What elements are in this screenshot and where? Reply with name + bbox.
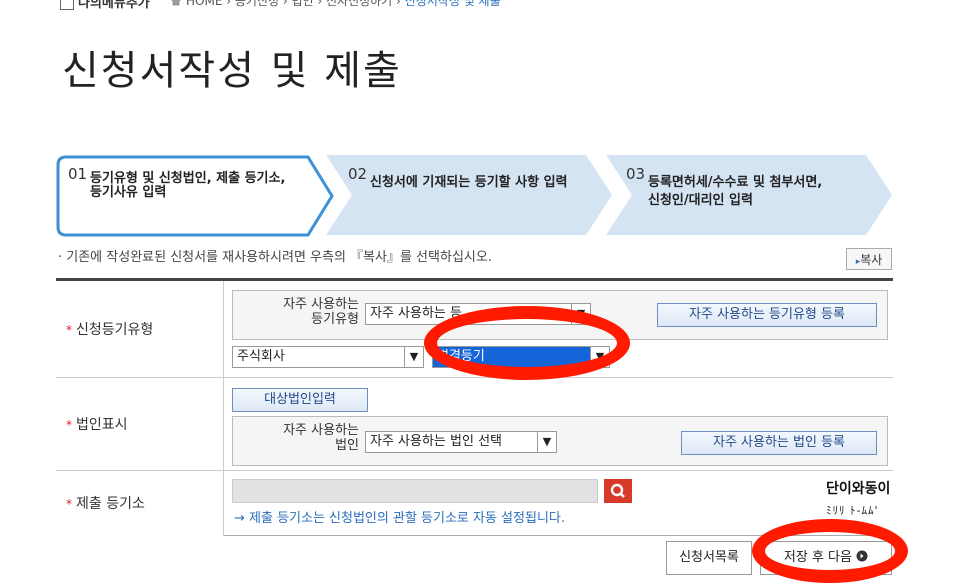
breadcrumb-current: 신청서작성 및 제출 <box>404 0 501 8</box>
company-type-select[interactable]: 주식회사 ▼ <box>232 346 424 368</box>
register-frequent-type-button[interactable]: 자주 사용하는 등기유형 등록 <box>657 303 877 327</box>
label-text: 제출 등기소 <box>76 496 145 512</box>
step-label-line2: 신청인/대리인 입력 <box>648 193 753 208</box>
step-label: 등록면허세/수수료 및 첨부서면, <box>648 175 823 190</box>
top-navigation: 나의메뉴추가 HOME › 등기신청 › 법인 › 전자신청하기 › 신청서작성… <box>0 0 966 14</box>
label-text: 신청등기유형 <box>76 322 154 338</box>
step-label-line2: 등기사유 입력 <box>90 185 167 200</box>
info-text: · 기존에 작성완료된 신청서를 재사용하시려면 우측의 『복사』를 선택하십시… <box>58 250 492 265</box>
row-label: * 신청등기유형 <box>56 281 224 377</box>
watermark-text: 단이와동이 <box>826 481 891 497</box>
search-icon <box>610 483 625 498</box>
row-label: * 제출 등기소 <box>56 471 224 536</box>
add-my-menu-link[interactable]: 나의메뉴추가 <box>78 0 150 11</box>
watermark-doodle: ﾐﾘﾘ ﾄ-ﾑﾑ' <box>826 504 879 517</box>
application-list-button[interactable]: 신청서목록 <box>666 541 752 575</box>
frequent-corp-select[interactable]: 자주 사용하는 법인 선택 ▼ <box>365 431 557 453</box>
copy-button[interactable]: ▸복사 <box>846 248 892 270</box>
step-3: 03 등록면허세/수수료 및 첨부서면, 신청인/대리인 입력 <box>604 155 894 237</box>
search-button[interactable] <box>604 479 632 503</box>
page-title: 신청서작성 및 제출 <box>62 48 402 94</box>
office-input[interactable] <box>232 479 598 503</box>
step-2-shape <box>326 155 612 235</box>
step-1: 01 등기유형 및 신청법인, 제출 등기소, 등기사유 입력 <box>56 155 336 237</box>
row-label: * 법인표시 <box>56 378 224 470</box>
breadcrumb-item[interactable]: 전자신청하기 <box>326 0 392 8</box>
step-number: 02 <box>348 165 368 183</box>
frequent-type-label: 자주 사용하는 등기유형 <box>283 297 359 327</box>
copy-button-label: 복사 <box>860 253 883 267</box>
frequent-corp-panel: 자주 사용하는 법인 자주 사용하는 법인 선택 ▼ 자주 사용하는 법인 등록 <box>232 416 888 466</box>
step-number: 03 <box>626 165 646 183</box>
frequent-corp-label: 자주 사용하는 법인 <box>283 423 359 453</box>
highlight-annotation <box>752 519 908 583</box>
chevron-down-icon: ▼ <box>404 347 423 367</box>
office-note: → 제출 등기소는 신청법인의 관할 등기소로 자동 설정됩니다. <box>234 511 565 526</box>
step-number: 01 <box>68 165 88 183</box>
home-icon <box>171 0 181 6</box>
chevron-down-icon: ▼ <box>537 432 556 452</box>
target-corporation-button[interactable]: 대상법인입력 <box>232 388 368 412</box>
checkbox-icon[interactable] <box>60 0 74 10</box>
row-corporation: * 법인표시 대상법인입력 자주 사용하는 법인 자주 사용하는 법인 선택 ▼ 자… <box>56 378 893 471</box>
step-2: 02 신청서에 기재되는 등기할 사항 입력 <box>324 155 614 237</box>
required-icon: * <box>66 418 72 432</box>
step-label: 신청서에 기재되는 등기할 사항 입력 <box>370 175 568 190</box>
breadcrumb-item[interactable]: 법인 <box>291 0 313 8</box>
required-icon: * <box>66 323 72 337</box>
highlight-annotation <box>424 306 630 380</box>
register-frequent-corp-button[interactable]: 자주 사용하는 법인 등록 <box>681 431 877 455</box>
step-label: 등기유형 및 신청법인, 제출 등기소, <box>90 171 286 186</box>
label-text: 법인표시 <box>76 417 128 433</box>
breadcrumb-item[interactable]: 등기신청 <box>235 0 279 8</box>
breadcrumb: HOME › 등기신청 › 법인 › 전자신청하기 › 신청서작성 및 제출 <box>186 0 501 9</box>
breadcrumb-home[interactable]: HOME <box>186 0 222 8</box>
required-icon: * <box>66 497 72 511</box>
